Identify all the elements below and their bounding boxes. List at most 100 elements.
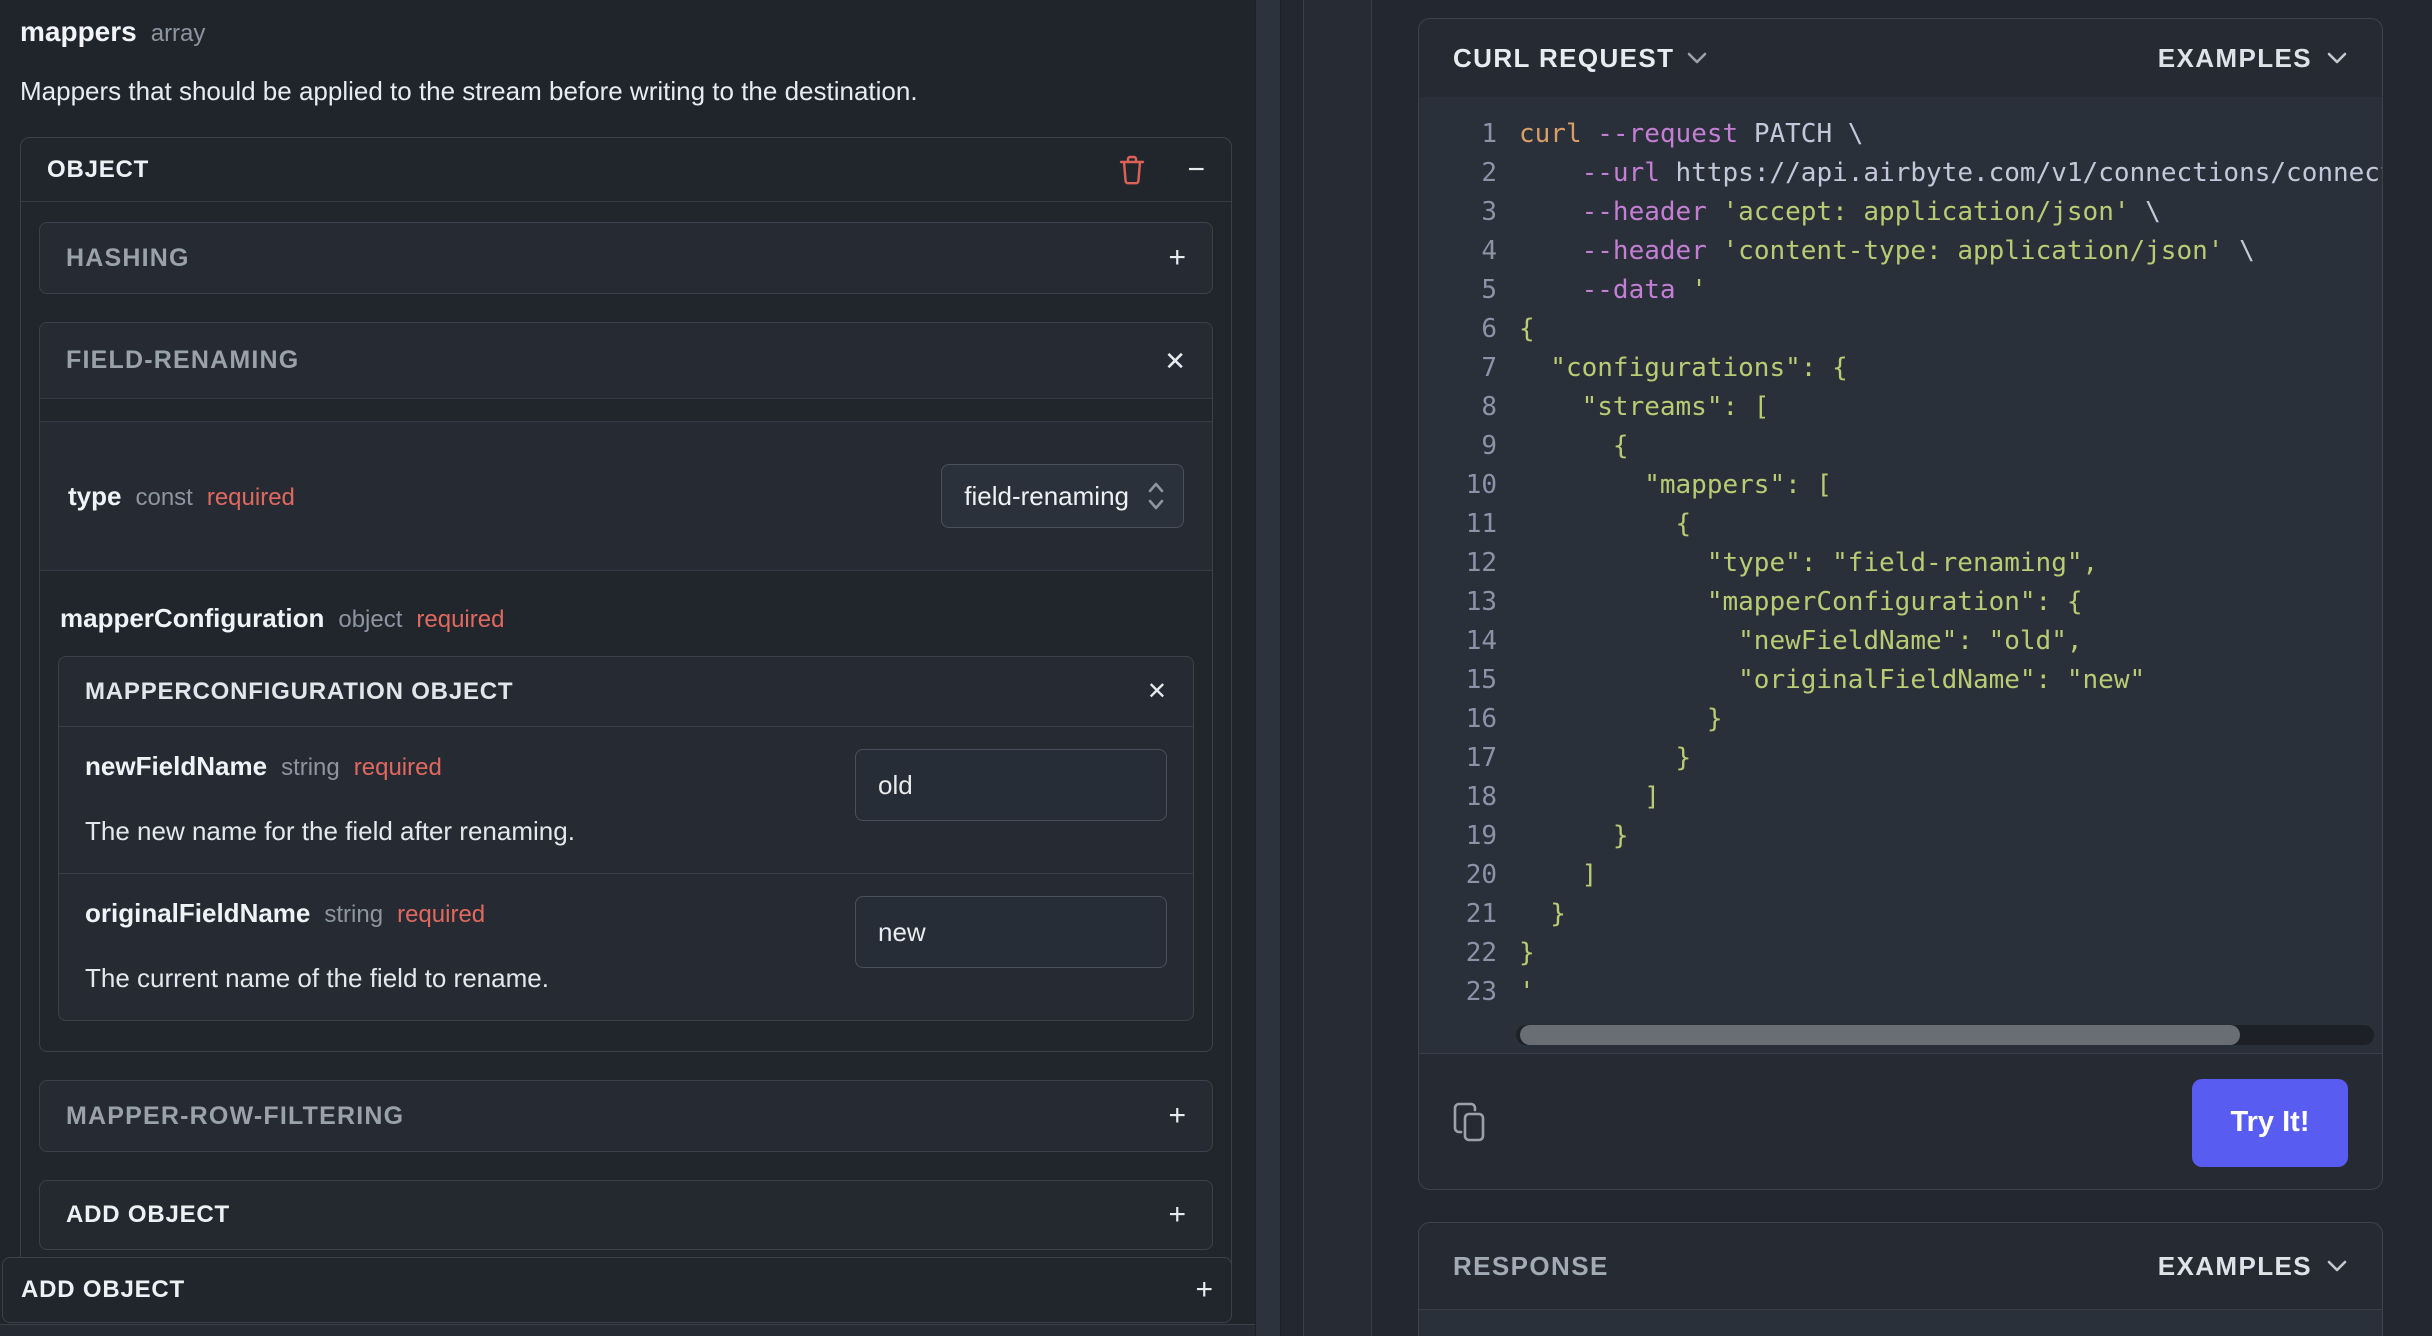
field-kind: string [281, 754, 340, 781]
property-description: Mappers that should be applied to the st… [20, 76, 918, 106]
add-object-outer-label: ADD OBJECT [21, 1276, 186, 1303]
code-horizontal-scrollbar[interactable] [1516, 1025, 2374, 1045]
field-row-newFieldName: newFieldName string required The new nam… [59, 727, 1193, 873]
copy-code-button[interactable] [1453, 1102, 1491, 1144]
chevron-down-icon [1688, 52, 1707, 64]
code-line: 6{ [1481, 314, 1535, 344]
try-it-button[interactable]: Try It! [2192, 1078, 2348, 1167]
type-name: type [68, 480, 122, 511]
section-field-renaming: FIELD-RENAMING ✕ type const required fie… [39, 322, 1213, 1052]
response-panel-header: RESPONSE EXAMPLES [1419, 1223, 2382, 1309]
curl-examples-dropdown[interactable]: EXAMPLES [2158, 43, 2348, 74]
response-panel: RESPONSE EXAMPLES [1418, 1222, 2383, 1336]
response-examples-dropdown[interactable]: EXAMPLES [2158, 1251, 2348, 1282]
type-select[interactable]: field-renaming [941, 464, 1184, 528]
code-line: 15 "originalFieldName": "new" [1465, 665, 2146, 695]
newFieldName-input[interactable]: old [855, 749, 1167, 821]
chevron-down-icon [2327, 1260, 2347, 1272]
field-row-originalFieldName: originalFieldName string required The cu… [59, 873, 1193, 1020]
code-line: 9 { [1481, 431, 1629, 461]
delete-object-button[interactable] [1119, 155, 1145, 185]
close-field-renaming-button[interactable]: ✕ [1164, 348, 1186, 374]
field-name: newFieldName [85, 751, 268, 781]
collapse-object-button[interactable]: − [1187, 152, 1205, 186]
field-required-badge: required [397, 901, 486, 928]
curl-panel-footer: Try It! [1419, 1053, 2382, 1189]
response-examples-label: EXAMPLES [2157, 1250, 2312, 1281]
mapper-configuration-card-title: MAPPERCONFIGURATION OBJECT [85, 677, 514, 705]
add-object-button-outer[interactable]: ADD OBJECT + [2, 1257, 1232, 1323]
field-renaming-header: FIELD-RENAMING ✕ [40, 323, 1212, 399]
section-mapper-row-filtering[interactable]: MAPPER-ROW-FILTERING + [39, 1080, 1213, 1152]
mapper-configuration-required-badge: required [416, 606, 505, 633]
plus-icon: + [1168, 241, 1186, 274]
field-name: originalFieldName [85, 898, 311, 928]
left-pane-scrollbar[interactable] [1255, 0, 1281, 1336]
code-line: 12 "type": "field-renaming", [1465, 548, 2099, 578]
code-lines: 1 curl --request PATCH \ 2 --url https://a… [1419, 115, 2382, 1012]
plus-icon: + [1168, 1198, 1186, 1231]
add-object-button-inner[interactable]: ADD OBJECT + [39, 1180, 1213, 1250]
minus-icon: − [1187, 152, 1205, 186]
curl-request-title: CURL REQUEST [1453, 42, 1675, 73]
expand-mapper-row-filtering-button[interactable]: + [1168, 1101, 1186, 1131]
section-hashing[interactable]: HASHING + [39, 222, 1213, 294]
code-line: 10 "mappers": [ [1465, 470, 1833, 500]
plus-icon: + [1168, 1099, 1186, 1132]
next-card-edge [0, 1324, 1255, 1336]
type-required-badge: required [206, 483, 295, 511]
type-kind: const [135, 483, 193, 511]
originalFieldName-input[interactable]: new [855, 896, 1167, 968]
close-mapper-configuration-button[interactable]: ✕ [1146, 677, 1167, 705]
code-line: 5 --data ' [1481, 275, 1707, 305]
close-icon: ✕ [1164, 345, 1186, 376]
code-line: 1 curl --request PATCH \ [1481, 119, 1864, 149]
chevron-down-icon [2327, 52, 2347, 64]
code-line: 14 "newFieldName": "old", [1465, 626, 2083, 656]
schema-pane: mappers array Mappers that should be app… [0, 0, 1255, 1336]
code-line: 8 "streams": [ [1481, 392, 1770, 422]
property-title-row: mappers array [20, 16, 1255, 48]
copy-icon [1453, 1102, 1485, 1141]
field-renaming-label: FIELD-RENAMING [66, 346, 300, 374]
chevron-updown-icon [1148, 482, 1164, 510]
curl-request-panel: CURL REQUEST EXAMPLES 1 curl --request PA… [1418, 18, 2383, 1190]
code-scrollbar-thumb[interactable] [1520, 1025, 2240, 1045]
add-object-inner-label: ADD OBJECT [66, 1201, 231, 1228]
mapper-configuration-card: MAPPERCONFIGURATION OBJECT ✕ newFieldNam… [58, 656, 1194, 1021]
curl-panel-header: CURL REQUEST EXAMPLES [1419, 19, 2382, 97]
right-pane-gutter [1304, 0, 1372, 1336]
response-content [1419, 1309, 2382, 1336]
section-hashing-label: HASHING [66, 243, 190, 272]
expand-hashing-button[interactable]: + [1168, 243, 1186, 273]
property-name: mappers [20, 16, 137, 47]
type-select-value: field-renaming [964, 480, 1129, 511]
mapper-configuration-name: mapperConfiguration [60, 603, 325, 633]
type-property-row: type const required field-renaming [40, 421, 1212, 571]
code-line: 22} [1465, 938, 1535, 968]
code-line: 21 } [1465, 899, 1566, 929]
curl-request-dropdown[interactable] [1686, 51, 1708, 65]
code-line: 13 "mapperConfiguration": { [1465, 587, 2083, 617]
object-card: OBJECT − HASHING + FIELD-RENAMING ✕ type… [20, 137, 1232, 1273]
code-line: 23 ' [1465, 977, 1535, 1007]
code-line: 18 ] [1465, 782, 1660, 812]
field-required-badge: required [353, 754, 442, 781]
code-line: 16 } [1465, 704, 1723, 734]
code-line: 7 "configurations": { [1481, 353, 1848, 383]
field-kind: string [324, 901, 384, 928]
object-card-body: HASHING + FIELD-RENAMING ✕ type const re… [21, 202, 1231, 1272]
code-line: 4 --header 'content-type: application/js… [1481, 236, 2255, 266]
trash-icon [1120, 155, 1145, 184]
close-icon: ✕ [1146, 677, 1167, 705]
mapper-configuration-row: mapperConfiguration object required [60, 603, 1194, 634]
property-type: array [150, 20, 206, 47]
object-card-title: OBJECT [47, 155, 150, 183]
mapper-configuration-kind: object [338, 606, 403, 633]
response-title: RESPONSE [1453, 1250, 1609, 1281]
code-line: 19 } [1465, 821, 1629, 851]
page: mappers array Mappers that should be app… [0, 0, 2432, 1336]
code-line: 17 } [1465, 743, 1692, 773]
code-line: 11 { [1465, 509, 1692, 539]
curl-examples-label: EXAMPLES [2157, 42, 2312, 73]
